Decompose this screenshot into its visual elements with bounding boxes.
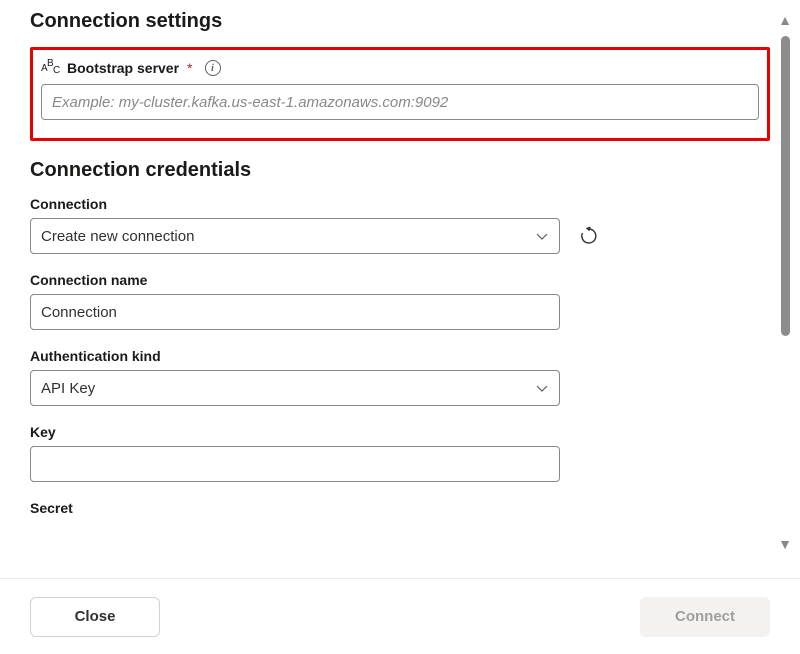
authentication-kind-dropdown[interactable]: API Key bbox=[30, 370, 560, 406]
connection-settings-heading: Connection settings bbox=[30, 10, 770, 33]
scroll-thumb[interactable] bbox=[781, 36, 790, 336]
connection-dropdown[interactable]: Create new connection bbox=[30, 218, 560, 254]
connection-credentials-heading: Connection credentials bbox=[30, 159, 770, 182]
required-indicator: * bbox=[187, 60, 192, 76]
secret-label: Secret bbox=[30, 500, 770, 516]
connection-label: Connection bbox=[30, 196, 770, 212]
connection-name-label: Connection name bbox=[30, 272, 770, 288]
scroll-down-icon[interactable]: ▼ bbox=[778, 534, 792, 554]
scrollbar[interactable]: ▲ ▼ bbox=[774, 10, 796, 554]
connection-dropdown-value: Create new connection bbox=[41, 228, 194, 245]
connection-name-input[interactable] bbox=[30, 294, 560, 330]
refresh-icon[interactable] bbox=[578, 225, 600, 247]
text-type-icon: ABC bbox=[41, 60, 61, 76]
close-button[interactable]: Close bbox=[30, 597, 160, 637]
bootstrap-server-input[interactable] bbox=[41, 84, 759, 120]
authentication-kind-label: Authentication kind bbox=[30, 348, 770, 364]
key-label: Key bbox=[30, 424, 770, 440]
scroll-up-icon[interactable]: ▲ bbox=[778, 10, 792, 30]
chevron-down-icon bbox=[535, 229, 549, 243]
authentication-kind-value: API Key bbox=[41, 380, 95, 397]
dialog-footer: Close Connect bbox=[0, 578, 800, 654]
bootstrap-server-highlight: ABC Bootstrap server * i bbox=[30, 47, 770, 141]
bootstrap-server-label: Bootstrap server bbox=[67, 60, 179, 76]
connect-button[interactable]: Connect bbox=[640, 597, 770, 637]
chevron-down-icon bbox=[535, 381, 549, 395]
info-icon[interactable]: i bbox=[205, 60, 221, 76]
key-input[interactable] bbox=[30, 446, 560, 482]
